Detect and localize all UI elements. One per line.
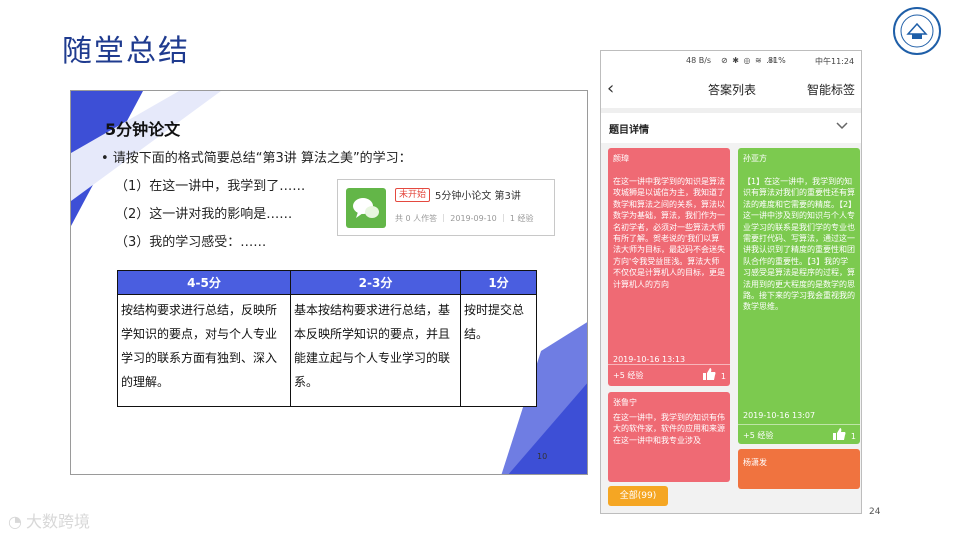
section-label: 题目详情 [609,125,649,136]
question-details-toggle[interactable]: 题目详情 [601,113,861,143]
answer-card[interactable]: 孙亚方 【1】在这一讲中，我学到的知识有算法对我们的重要性还有算法的难度和它需要… [738,148,860,444]
status-badge: 未开始 [395,188,431,202]
author-name: 颜璋 [613,154,629,163]
embedded-slide: 5分钟论文 • 请按下面的格式简要总结“第3讲 算法之美”的学习： （1）在这一… [70,90,588,475]
rubric-cell-low: 按时提交总结。 [460,294,537,407]
clock: 中午11:24 [815,57,855,66]
answer-card[interactable]: 张鲁宁 在这一讲中，我学到的知识有伟大的软件家，软件的应用和来源 在这一讲中和我… [608,392,730,482]
experience-points: +5 经验 [613,371,644,380]
rubric-table: 4-5分 2-3分 1分 按结构要求进行总结，反映所学知识的要点，对与个人专业学… [117,270,537,407]
rubric-cell-mid: 基本按结构要求进行总结，基本反映所学知识的要点，并且能建立起与个人专业学习的联系… [290,294,461,407]
thumbs-up-icon[interactable] [702,367,716,381]
author-name: 孙亚方 [743,154,767,163]
answer-text: 【1】在这一讲中，我学到的知识有算法对我们的重要性还有算法的难度和它需要的精度。… [743,177,855,312]
network-speed: 48 B/s [686,56,712,65]
slide-title: 随堂总结 [62,34,190,69]
app-bar: 答案列表 ‹ 智能标签 [601,71,861,107]
thumbs-up-icon[interactable] [832,427,846,441]
watermark: ◔ 大数跨境 [8,508,90,532]
rubric-cell-high: 按结构要求进行总结，反映所学知识的要点，对与个人专业学习的联系方面有独到、深入的… [117,294,291,407]
answer-card[interactable]: 颜璋 在这一讲中我学到的知识是算法攻城狮是以诚信为主，我知道了数学和算法之间的关… [608,148,730,386]
task-card[interactable]: 未开始 5分钟小论文 第3讲 共 0 人作答 ｜ 2019-09-10 ｜ 1 … [337,179,555,236]
task-meta: 共 0 人作答 ｜ 2019-09-10 ｜ 1 经验 [395,214,534,223]
battery-level: 81% [768,56,786,65]
chat-bubbles-icon [346,188,386,228]
like-count: 1 [850,432,856,441]
watermark-text: 大数跨境 [25,512,90,531]
answer-text: 在这一讲中我学到的知识是算法攻城狮是以诚信为主，我知道了数学和算法之间的关系，算… [613,177,725,289]
chevron-down-icon[interactable] [835,119,849,133]
author-name: 杨潇发 [743,458,767,467]
card-footer: +5 经验 1 [608,364,730,384]
rubric-header-high: 4-5分 [117,270,291,295]
answer-text: 在这一讲中，我学到的知识有伟大的软件家，软件的应用和来源 在这一讲中和我专业涉及 [613,413,725,445]
experience-points: +5 经验 [743,431,774,440]
inner-slide-heading: 5分钟论文 [105,120,181,139]
card-footer: +5 经验 1 [738,424,860,444]
prompt-line-3: （3）我的学习感受：…… [115,235,267,250]
watermark-logo-icon: ◔ [8,512,22,531]
answer-card[interactable]: 杨潇发 [738,449,860,489]
smart-tag-button[interactable]: 智能标签 [807,81,855,98]
answer-date: 2019-10-16 13:07 [743,411,816,420]
like-count: 1 [720,372,726,381]
phone-screen: 48 B/s ⊘ ✱ ◎ ≋ .ıl 81% 中午11:24 答案列表 ‹ 智能… [600,50,862,514]
instruction-line: • 请按下面的格式简要总结“第3讲 算法之美”的学习： [101,151,412,166]
inner-page-number: 10 [537,452,548,461]
all-answers-button[interactable]: 全部(99) [608,486,668,506]
slide-page-number: 24 [869,507,881,517]
rubric-header-mid: 2-3分 [290,270,461,295]
back-arrow-icon[interactable]: ‹ [607,78,623,99]
rubric-header-low: 1分 [460,270,537,295]
status-bar: 48 B/s ⊘ ✱ ◎ ≋ .ıl 81% 中午11:24 [601,51,861,71]
author-name: 张鲁宁 [613,398,637,407]
prompt-line-1: （1）在这一讲中，我学到了…… [115,179,306,194]
prompt-line-2: （2）这一讲对我的影响是…… [115,207,293,222]
task-title: 5分钟小论文 第3讲 [435,191,521,202]
university-seal-logo [893,7,941,55]
